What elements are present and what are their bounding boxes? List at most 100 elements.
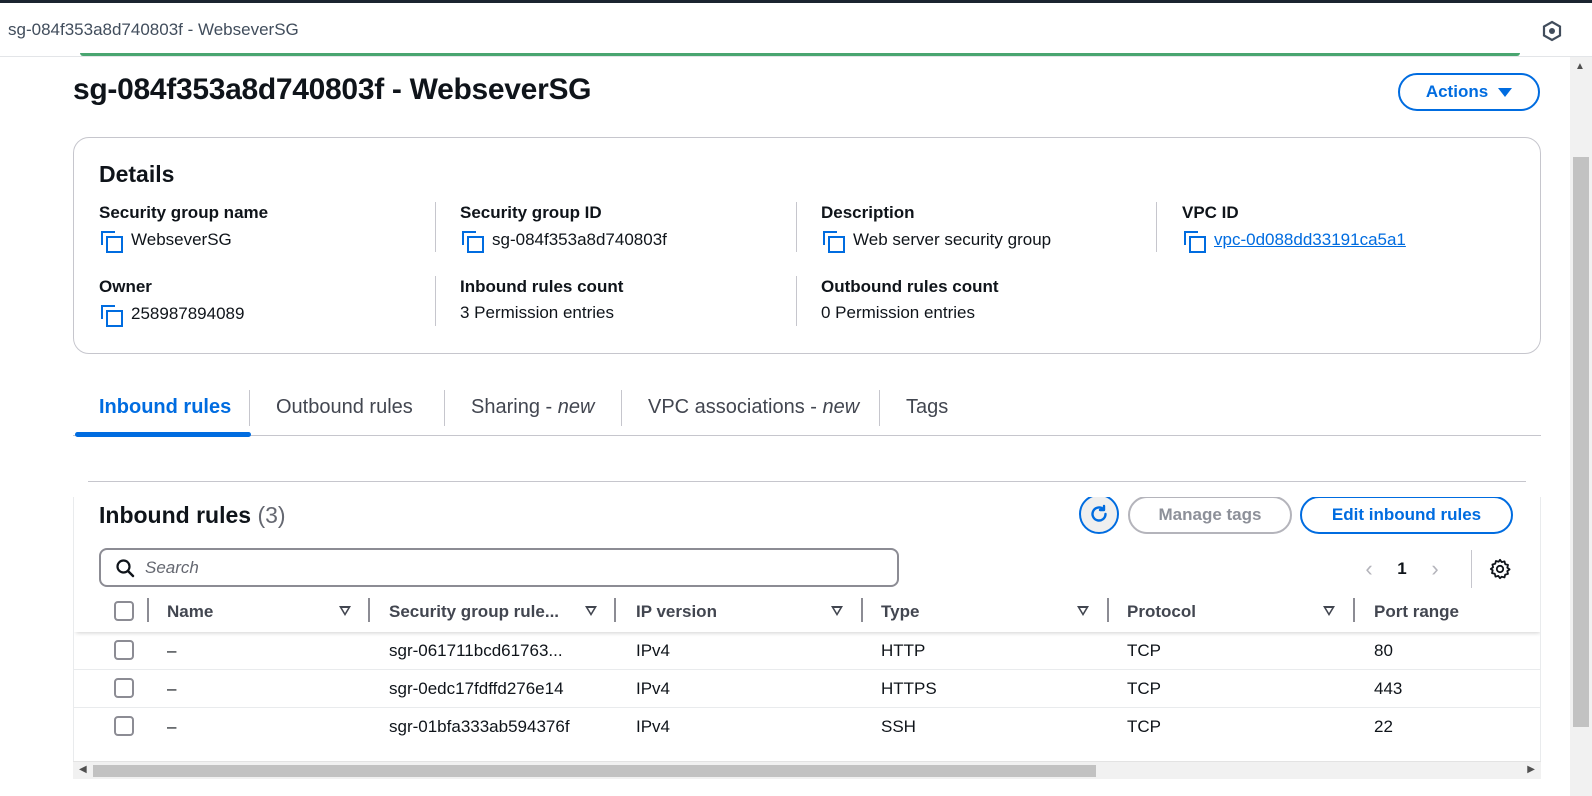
vertical-scrollbar[interactable]: ▲: [1570, 57, 1592, 796]
window-titlebar: sg-084f353a8d740803f - WebseverSG: [0, 0, 1592, 57]
column-resizer[interactable]: [1353, 598, 1355, 622]
cell-ip-version: IPv4: [636, 641, 671, 660]
cell-ip-version: IPv4: [636, 717, 671, 736]
copy-icon[interactable]: [460, 229, 484, 253]
select-all-checkbox[interactable]: [114, 601, 134, 621]
rules-count: (3): [257, 502, 286, 528]
tab-outbound-rules[interactable]: Outbound rules: [274, 396, 415, 419]
divider: [1156, 202, 1157, 252]
divider: [435, 276, 436, 326]
cell-port-range: 22: [1374, 717, 1393, 736]
cell-name: –: [167, 717, 177, 736]
actions-button[interactable]: Actions: [1398, 73, 1540, 111]
column-header-ip-version[interactable]: IP version: [636, 602, 717, 622]
field-label: Description: [821, 203, 915, 222]
table-header: Name Security group rule... IP version T…: [74, 592, 1540, 632]
details-panel: Details Security group name WebseverSG S…: [73, 137, 1541, 354]
tab-divider: [621, 390, 622, 426]
cell-type: HTTPS: [881, 679, 937, 698]
chevron-left-icon[interactable]: ‹: [1354, 556, 1384, 582]
vertical-scroll-thumb[interactable]: [1573, 157, 1589, 727]
column-resizer[interactable]: [861, 598, 863, 622]
page-number[interactable]: 1: [1384, 559, 1420, 579]
sort-icon[interactable]: [339, 606, 351, 616]
tab-divider: [444, 390, 445, 426]
sort-icon[interactable]: [1323, 606, 1335, 616]
cell-protocol: TCP: [1127, 641, 1161, 660]
search-input[interactable]: [145, 557, 845, 578]
tab-vpc-associations[interactable]: VPC associations - new: [646, 396, 861, 419]
field-label: VPC ID: [1182, 203, 1239, 222]
container-divider: [88, 481, 1526, 482]
chevron-right-icon[interactable]: ›: [1420, 556, 1450, 582]
sort-icon[interactable]: [585, 606, 597, 616]
column-header-rule-id[interactable]: Security group rule...: [389, 602, 559, 622]
column-resizer[interactable]: [1107, 598, 1109, 622]
field-security-group-name: Security group name WebseverSG: [99, 203, 269, 253]
tab-divider: [249, 390, 250, 426]
field-label: Inbound rules count: [460, 277, 624, 296]
gear-icon[interactable]: [1489, 558, 1511, 580]
field-label: Owner: [99, 277, 152, 296]
copy-icon[interactable]: [1182, 229, 1206, 253]
field-outbound-rules-count: Outbound rules count 0 Permission entrie…: [821, 277, 999, 323]
vpc-id-link[interactable]: vpc-0d088dd33191ca5a1: [1214, 230, 1406, 250]
field-value: WebseverSG: [131, 230, 232, 249]
tab-sharing[interactable]: Sharing - new: [469, 396, 596, 419]
divider: [796, 202, 797, 252]
divider: [1471, 550, 1472, 588]
inbound-rules-table-container: Inbound rules (3) Manage tags Edit inbou…: [73, 497, 1541, 779]
column-header-port-range[interactable]: Port range: [1374, 602, 1459, 622]
row-checkbox[interactable]: [114, 716, 134, 736]
horizontal-scroll-thumb[interactable]: [93, 765, 1096, 777]
table-row[interactable]: – sgr-01bfa333ab594376f IPv4 SSH TCP 22: [74, 708, 1540, 746]
cell-port-range: 443: [1374, 679, 1403, 698]
tab-tags[interactable]: Tags: [904, 396, 950, 419]
copy-icon[interactable]: [821, 229, 845, 253]
tab-divider: [879, 390, 880, 426]
page-title: sg-084f353a8d740803f - WebseverSG: [73, 73, 592, 106]
cell-name: –: [167, 679, 177, 698]
active-tab-indicator: [75, 432, 251, 437]
scroll-left-icon[interactable]: ◀: [79, 764, 87, 775]
column-header-name[interactable]: Name: [167, 602, 213, 622]
manage-tags-button[interactable]: Manage tags: [1128, 497, 1292, 534]
copy-icon[interactable]: [99, 303, 123, 327]
refresh-icon: [1091, 504, 1107, 522]
row-checkbox[interactable]: [114, 678, 134, 698]
column-header-protocol[interactable]: Protocol: [1127, 602, 1196, 622]
scroll-right-icon[interactable]: ▶: [1527, 764, 1535, 775]
column-resizer[interactable]: [368, 598, 370, 622]
sort-icon[interactable]: [1077, 606, 1089, 616]
search-field[interactable]: [99, 548, 899, 587]
column-divider: [147, 598, 149, 622]
details-heading: Details: [99, 161, 175, 187]
field-label: Security group name: [99, 203, 269, 222]
cell-type: HTTP: [881, 641, 926, 660]
tab-inbound-rules[interactable]: Inbound rules: [97, 396, 233, 419]
horizontal-scrollbar[interactable]: ◀ ▶: [73, 761, 1541, 779]
extension-icon[interactable]: [1541, 20, 1563, 42]
row-checkbox[interactable]: [114, 640, 134, 660]
sort-icon[interactable]: [831, 606, 843, 616]
field-label: Security group ID: [460, 203, 602, 222]
cell-name: –: [167, 641, 177, 660]
search-icon: [116, 558, 135, 577]
refresh-button[interactable]: [1079, 497, 1119, 534]
field-vpc-id: VPC ID vpc-0d088dd33191ca5a1: [1182, 203, 1406, 253]
table-row[interactable]: – sgr-0edc17fdffd276e14 IPv4 HTTPS TCP 4…: [74, 670, 1540, 708]
table-row[interactable]: – sgr-061711bcd61763... IPv4 HTTP TCP 80: [74, 632, 1540, 670]
caret-down-icon: [1498, 87, 1513, 97]
window-title: sg-084f353a8d740803f - WebseverSG: [8, 20, 299, 39]
cell-port-range: 80: [1374, 641, 1393, 660]
cell-rule-id: sgr-01bfa333ab594376f: [389, 717, 570, 736]
cell-protocol: TCP: [1127, 717, 1161, 736]
inbound-rules-heading: Inbound rules (3): [99, 502, 286, 528]
cell-rule-id: sgr-0edc17fdffd276e14: [389, 679, 564, 698]
column-header-type[interactable]: Type: [881, 602, 919, 622]
copy-icon[interactable]: [99, 229, 123, 253]
field-value: Web server security group: [853, 230, 1052, 249]
scroll-up-icon[interactable]: ▲: [1575, 61, 1585, 72]
edit-inbound-rules-button[interactable]: Edit inbound rules: [1300, 497, 1513, 534]
column-resizer[interactable]: [614, 598, 616, 622]
